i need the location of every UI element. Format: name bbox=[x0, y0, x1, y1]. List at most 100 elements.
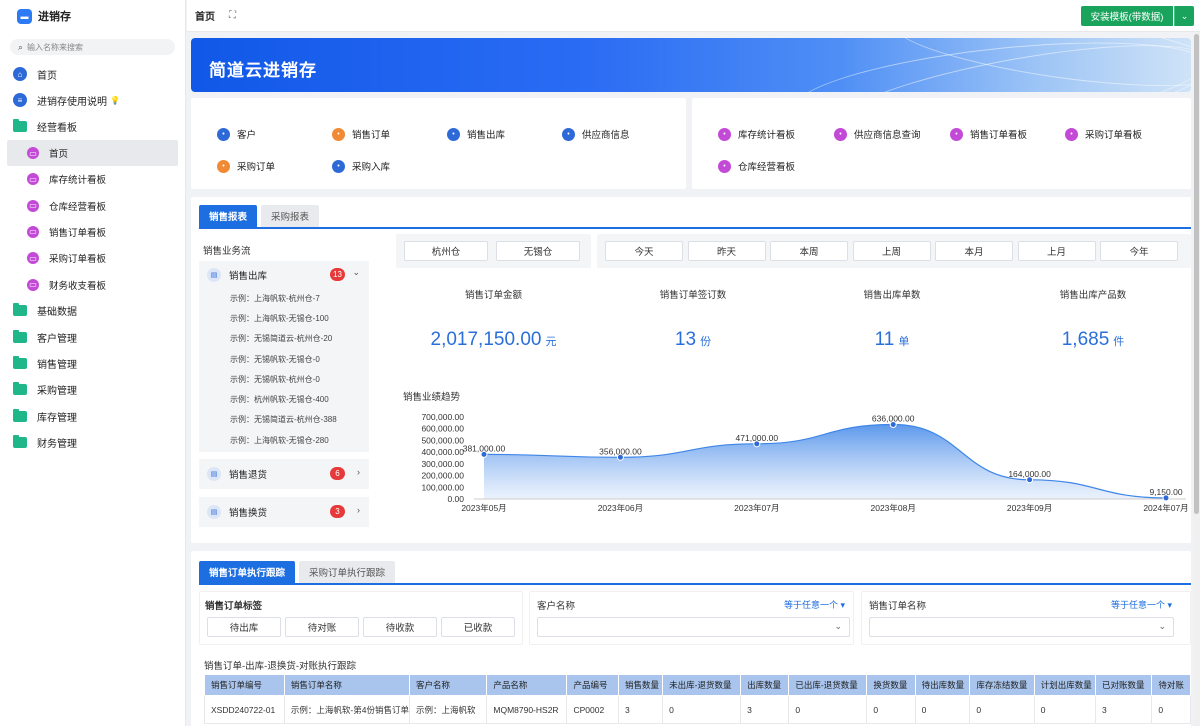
period-button[interactable]: 上周 bbox=[852, 241, 931, 261]
search-input[interactable]: ⌕ 输入名称来搜索 bbox=[10, 39, 175, 55]
quick-link-icon: • bbox=[834, 127, 847, 141]
tab-sales-report[interactable]: 销售报表 bbox=[199, 205, 258, 227]
warehouse-button-hangzhou[interactable]: 杭州仓 bbox=[404, 241, 488, 261]
sidebar-item[interactable]: ≡ 进销存使用说明 💡 bbox=[0, 87, 185, 113]
table-header[interactable]: 未出库-退货数量 bbox=[662, 674, 742, 696]
quick-link[interactable]: • 供应商信息 bbox=[562, 127, 630, 141]
chevron-down-icon[interactable]: ⌄ bbox=[1174, 6, 1194, 26]
table-header[interactable]: 产品编号 bbox=[566, 674, 619, 696]
tab-sales-order-tracking[interactable]: 销售订单执行跟踪 bbox=[199, 561, 296, 583]
order-name-filter-operator[interactable]: 等于任意一个 ▾ bbox=[1111, 598, 1172, 611]
chevron-down-icon[interactable]: ⌄ bbox=[352, 267, 360, 278]
sidebar-item[interactable]: 基础数据 bbox=[0, 298, 185, 324]
customer-select[interactable]: ⌄ bbox=[537, 617, 850, 637]
flow-section-return[interactable]: ▤ 销售退货 6 › bbox=[199, 459, 369, 489]
quick-link[interactable]: • 采购订单看板 bbox=[1065, 127, 1142, 141]
quick-link[interactable]: • 仓库经营看板 bbox=[718, 159, 795, 173]
table-header[interactable]: 库存冻结数量 bbox=[969, 674, 1035, 696]
table-row[interactable]: XSDD240722-01 示例：上海帆软-第4份销售订单 示例：上海帆软 MQM87… bbox=[204, 695, 1191, 724]
stat-title: 销售订单金额 bbox=[464, 290, 522, 301]
quick-link[interactable]: • 客户 bbox=[217, 127, 256, 141]
table-header[interactable]: 已对账数量 bbox=[1094, 674, 1153, 696]
flow-item[interactable]: 示例：上海帆软-无锡仓-280 bbox=[199, 430, 369, 450]
period-button[interactable]: 今天 bbox=[605, 241, 683, 261]
warehouse-filter: 杭州仓 无锡仓 bbox=[396, 234, 591, 268]
sidebar-item[interactable]: 销售管理 bbox=[0, 350, 185, 376]
sidebar-item[interactable]: 财务管理 bbox=[0, 429, 185, 455]
sidebar-item[interactable]: ▭ 财务收支看板 bbox=[0, 271, 185, 297]
sidebar-item[interactable]: 采购管理 bbox=[0, 377, 185, 403]
quick-link-label: 销售出库 bbox=[467, 130, 506, 141]
table-header[interactable]: 已出库-退货数量 bbox=[788, 674, 868, 696]
flow-item[interactable]: 示例：上海帆软-杭州仓-7 bbox=[199, 288, 369, 308]
tab-purchase-report[interactable]: 采购报表 bbox=[261, 205, 320, 227]
scrollbar-thumb[interactable] bbox=[1194, 34, 1199, 514]
quick-link[interactable]: • 采购入库 bbox=[332, 159, 390, 173]
table-header[interactable]: 销售数量 bbox=[617, 674, 664, 696]
search-icon: ⌕ bbox=[18, 41, 24, 52]
tag-pending-payment[interactable]: 待收款 bbox=[363, 617, 437, 637]
flow-section-exchange[interactable]: ▤ 销售换货 3 › bbox=[199, 497, 369, 527]
chevron-right-icon[interactable]: › bbox=[357, 505, 360, 515]
sidebar-item[interactable]: 经营看板 bbox=[0, 114, 185, 140]
x-tick-label: 2023年09月 bbox=[1007, 503, 1052, 513]
flow-item[interactable]: 示例：无锡简道云-杭州仓-388 bbox=[199, 410, 369, 430]
warehouse-button-wuxi[interactable]: 无锡仓 bbox=[496, 241, 580, 261]
tag-pending-reconcile[interactable]: 待对账 bbox=[285, 617, 359, 637]
quick-link[interactable]: • 销售订单 bbox=[332, 127, 390, 141]
table-cell: 0 bbox=[788, 695, 868, 724]
quick-link-icon: • bbox=[718, 127, 731, 141]
quick-link-label: 采购订单 bbox=[237, 162, 276, 173]
quick-link[interactable]: • 销售出库 bbox=[447, 127, 505, 141]
sidebar-item[interactable]: ▭ 库存统计看板 bbox=[0, 166, 185, 192]
tab-purchase-order-tracking[interactable]: 采购订单执行跟踪 bbox=[299, 561, 396, 583]
tag-pending-outbound[interactable]: 待出库 bbox=[207, 617, 281, 637]
customer-filter-operator[interactable]: 等于任意一个 ▾ bbox=[784, 598, 845, 611]
table-cell: XSDD240722-01 bbox=[204, 695, 285, 724]
flow-item[interactable]: 示例：上海帆软-无锡仓-100 bbox=[199, 308, 369, 328]
sidebar-item[interactable]: ▭ 销售订单看板 bbox=[0, 219, 185, 245]
flow-item[interactable]: 示例：无锡帆软-杭州仓-0 bbox=[199, 369, 369, 389]
table-header[interactable]: 销售订单编号 bbox=[204, 674, 285, 696]
install-template-button[interactable]: 安装模板(带数据) bbox=[1081, 6, 1173, 26]
table-header[interactable]: 客户名称 bbox=[408, 674, 488, 696]
flow-section-outbound[interactable]: ▤ 销售出库 13 ⌄ bbox=[199, 261, 369, 288]
sidebar-item[interactable]: ▭ 采购订单看板 bbox=[0, 245, 185, 271]
app-title: 进销存 bbox=[38, 11, 71, 23]
quick-link[interactable]: • 采购订单 bbox=[217, 159, 275, 173]
fullscreen-icon[interactable]: ⛶ bbox=[229, 10, 236, 21]
sidebar-item[interactable]: ▭ 仓库经营看板 bbox=[0, 192, 185, 218]
order-name-select[interactable]: ⌄ bbox=[869, 617, 1174, 637]
flow-item[interactable]: 示例：无锡简道云-杭州仓-20 bbox=[199, 329, 369, 349]
sidebar-item[interactable]: 客户管理 bbox=[0, 324, 185, 350]
table-header[interactable]: 待对账 bbox=[1151, 674, 1191, 696]
sidebar: ▬ 进销存 ⌕ 输入名称来搜索 ⌂ 首页 ≡ 进销存使用说明 💡 经营看板 ▭ 首页 ▭ 库存统… bbox=[0, 0, 186, 726]
flow-item[interactable]: 示例：杭州帆软-无锡仓-400 bbox=[199, 389, 369, 409]
period-filter: 今天 昨天 本周 上周 本月 上月 今年 bbox=[597, 234, 1191, 268]
table-header[interactable]: 计划出库数量 bbox=[1033, 674, 1096, 696]
period-button[interactable]: 上月 bbox=[1017, 241, 1096, 261]
tag-filter-title: 销售订单标签 bbox=[205, 601, 263, 612]
quick-link[interactable]: • 供应商信息查询 bbox=[834, 127, 921, 141]
table-header[interactable]: 出库数量 bbox=[740, 674, 790, 696]
period-button[interactable]: 昨天 bbox=[687, 241, 766, 261]
period-button[interactable]: 本月 bbox=[935, 241, 1013, 261]
quick-link[interactable]: • 库存统计看板 bbox=[718, 127, 795, 141]
chevron-right-icon[interactable]: › bbox=[357, 467, 360, 477]
sidebar-item[interactable]: ▭ 首页 bbox=[7, 139, 178, 167]
period-button[interactable]: 今年 bbox=[1100, 241, 1178, 261]
order-name-filter: 销售订单名称 等于任意一个 ▾ ⌄ bbox=[861, 591, 1191, 645]
table-header[interactable]: 换货数量 bbox=[866, 674, 916, 696]
quick-link[interactable]: • 销售订单看板 bbox=[950, 127, 1027, 141]
period-button[interactable]: 本周 bbox=[770, 241, 848, 261]
flow-item[interactable]: 示例：无锡帆软-无锡仓-0 bbox=[199, 349, 369, 369]
tag-paid[interactable]: 已收款 bbox=[441, 617, 515, 637]
quick-link-label: 采购订单看板 bbox=[1085, 130, 1143, 141]
sidebar-item[interactable]: 库存管理 bbox=[0, 403, 185, 429]
table-header[interactable]: 待出库数量 bbox=[914, 674, 971, 696]
search-placeholder: 输入名称来搜索 bbox=[27, 42, 84, 52]
table-header[interactable]: 销售订单名称 bbox=[283, 674, 410, 696]
sidebar-item[interactable]: ⌂ 首页 bbox=[0, 61, 185, 87]
table-header[interactable]: 产品名称 bbox=[486, 674, 568, 696]
vertical-scrollbar[interactable] bbox=[1193, 32, 1200, 726]
